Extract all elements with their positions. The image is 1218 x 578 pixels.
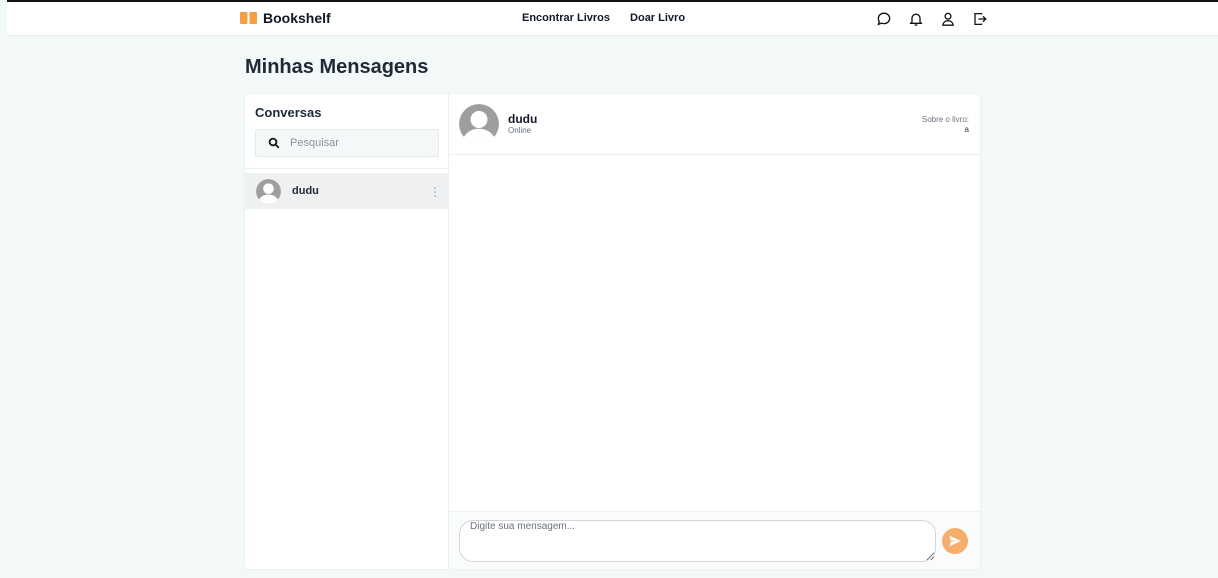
bell-icon[interactable]: [907, 10, 925, 28]
contact-avatar: [459, 104, 499, 144]
open-book-icon: [240, 12, 257, 24]
messages-panel: Conversas dudu: [245, 94, 980, 569]
more-options-icon[interactable]: [433, 186, 437, 198]
book-label: Sobre o livro:: [921, 115, 969, 124]
brand-name: Bookshelf: [263, 10, 331, 26]
user-icon[interactable]: [939, 10, 957, 28]
contact-status: Online: [508, 126, 532, 135]
page-title: Minhas Mensagens: [245, 56, 429, 78]
search-box: [255, 129, 439, 157]
top-navbar: Bookshelf Encontrar Livros Doar Livro: [7, 2, 1218, 36]
nav-donate-book-link[interactable]: Doar Livro: [630, 12, 685, 24]
nav-find-books-link[interactable]: Encontrar Livros: [522, 12, 610, 24]
message-composer: [449, 511, 980, 569]
chat-header: dudu Online Sobre o livro: a: [449, 94, 980, 155]
send-button[interactable]: [942, 528, 968, 554]
conversations-sidebar: Conversas dudu: [245, 94, 449, 569]
avatar: [256, 178, 281, 204]
conversation-name: dudu: [292, 185, 319, 197]
messages-list: [449, 155, 980, 511]
book-title: a: [964, 125, 969, 134]
main-nav: Encontrar Livros Doar Livro: [522, 12, 685, 24]
chat-area: dudu Online Sobre o livro: a: [449, 94, 980, 569]
contact-name: dudu: [508, 112, 538, 126]
brand[interactable]: Bookshelf: [240, 10, 331, 26]
search-icon: [268, 137, 280, 149]
search-input[interactable]: [290, 137, 430, 149]
divider: [245, 168, 449, 169]
conversations-title: Conversas: [255, 105, 322, 120]
header-actions: [875, 10, 989, 28]
conversation-item[interactable]: dudu: [245, 173, 449, 209]
chat-icon[interactable]: [875, 10, 893, 28]
logout-icon[interactable]: [971, 10, 989, 28]
send-icon: [949, 535, 961, 547]
message-input[interactable]: [459, 520, 936, 562]
